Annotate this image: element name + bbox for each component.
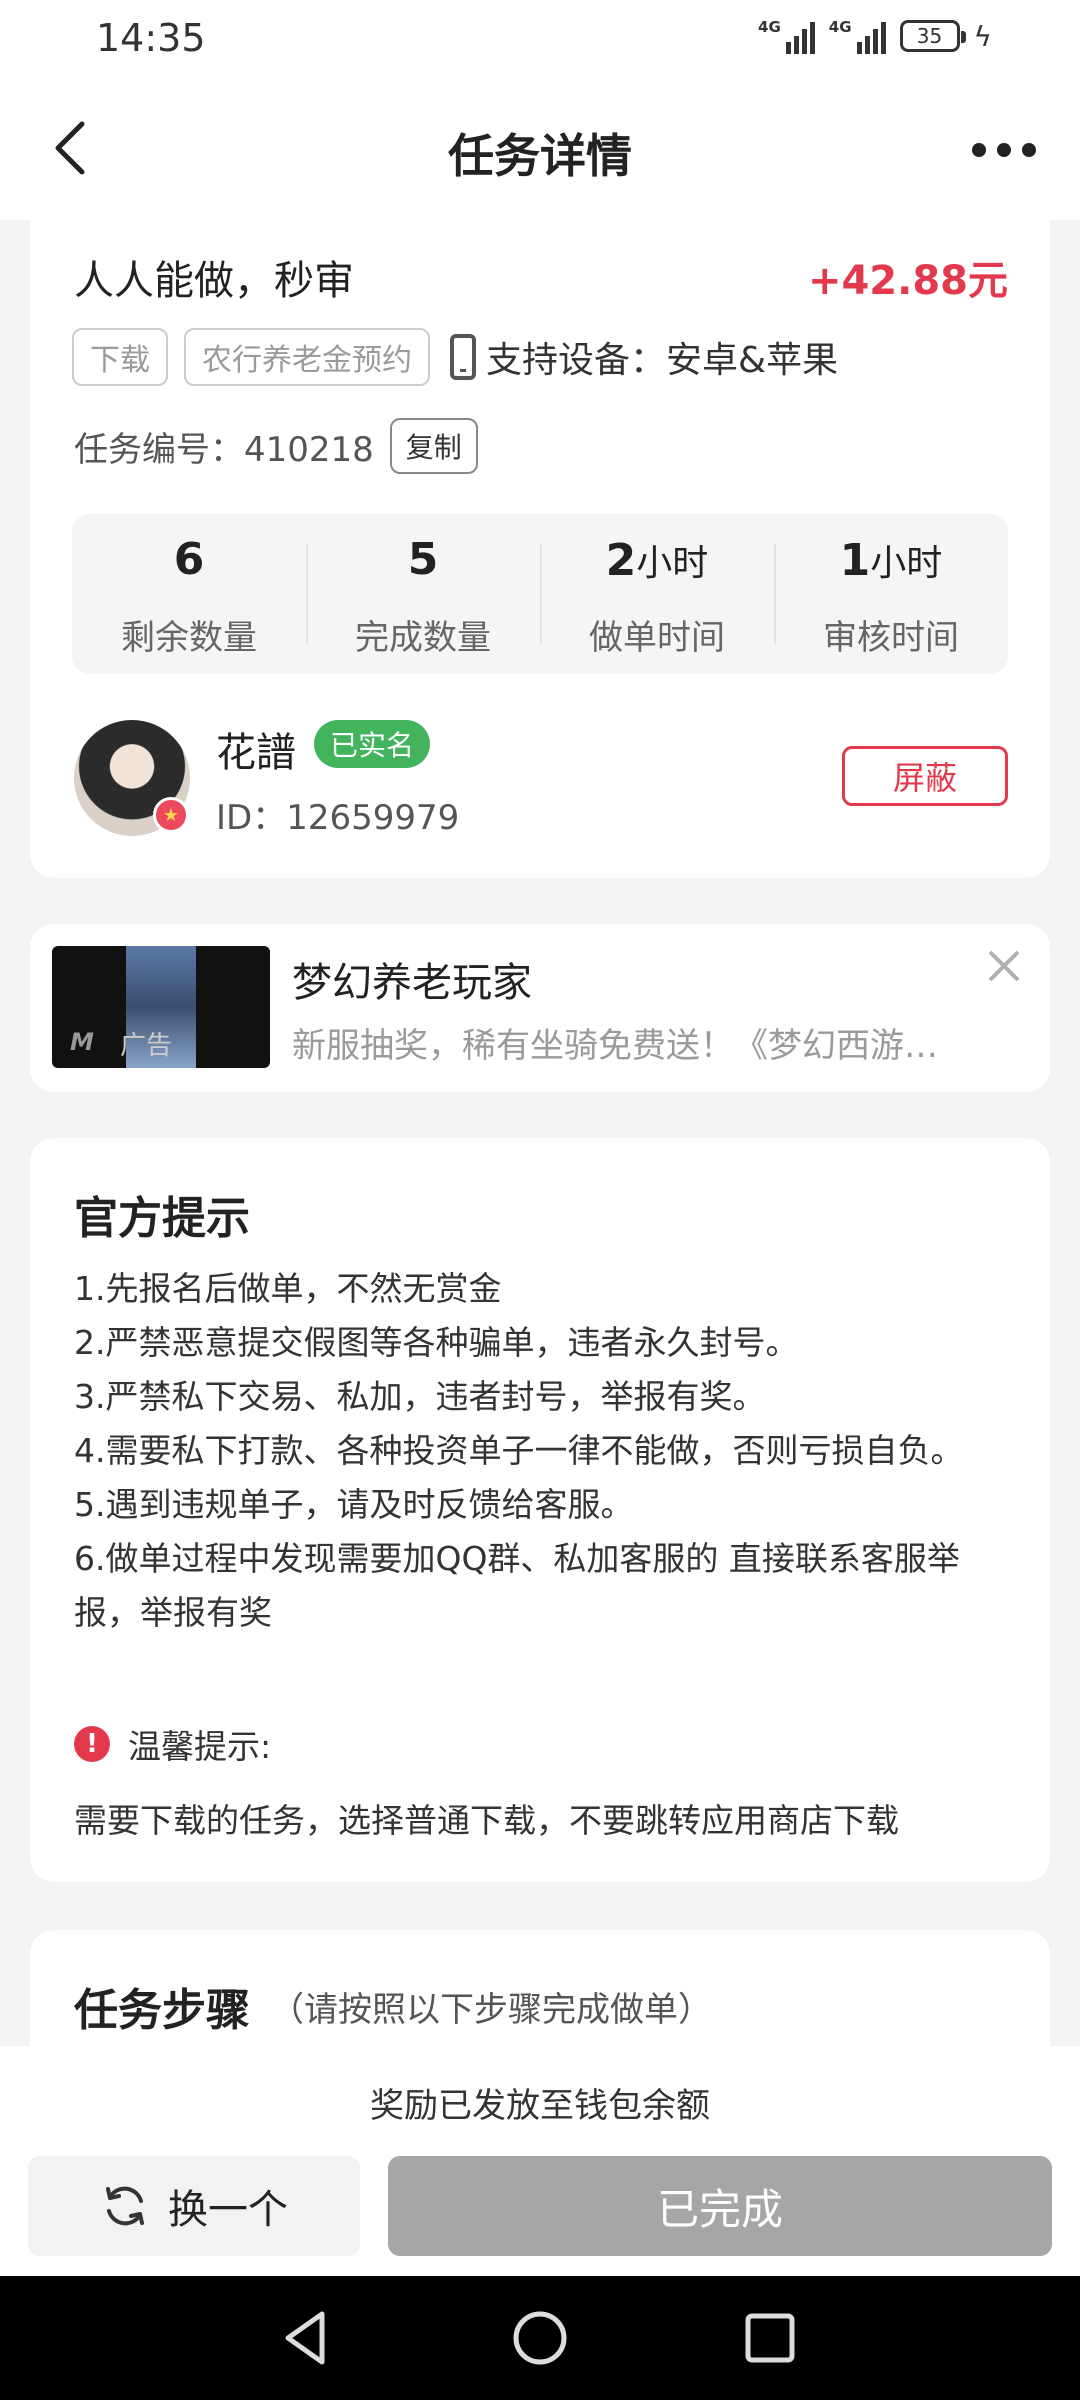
nav-home-button[interactable]	[508, 2306, 572, 2370]
reward-notice: 奖励已发放至钱包余额	[370, 2086, 710, 2126]
ad-logo: M	[70, 1028, 94, 1056]
signal-icon: 4G	[758, 18, 815, 54]
device-support-label: 支持设备：安卓&苹果	[486, 340, 839, 381]
triangle-back-icon	[285, 2311, 325, 2365]
tip-item: 6.做单过程中发现需要加QQ群、私加客服的 直接联系客服举报，举报有奖	[74, 1539, 960, 1632]
square-recents-icon	[745, 2313, 795, 2363]
copy-button[interactable]: 复制	[389, 418, 478, 474]
publisher-id: ID：12659979	[216, 798, 460, 838]
ad-thumbnail[interactable]: M 广告	[52, 946, 270, 1068]
task-card: 人人能做，秒审 +42.88元 下载 农行养老金预约 支持设备：安卓&苹果 任务…	[30, 220, 1050, 878]
tip-item: 4.需要私下打款、各种投资单子一律不能做，否则亏损自负。	[74, 1431, 964, 1470]
steps-title: 任务步骤	[74, 1985, 250, 2036]
stat-label: 做单时间	[589, 618, 725, 658]
more-menu-button[interactable]	[972, 138, 1036, 162]
warm-tip-text: 需要下载的任务，选择普通下载，不要跳转应用商店下载	[74, 1801, 899, 1840]
stat-unit: 小时	[636, 543, 709, 584]
stats-panel: 6 剩余数量 5 完成数量 2小时 做单时间 1小时 审核时间	[72, 514, 1008, 674]
ad-title: 梦幻养老玩家	[292, 960, 532, 1006]
device-support: 支持设备：安卓&苹果	[450, 331, 838, 383]
swap-task-label: 换一个	[168, 2187, 288, 2233]
more-dot-icon	[997, 143, 1011, 157]
stat-value: 6	[173, 534, 205, 585]
tips-list: 1.先报名后做单，不然无赏金 2.严禁恶意提交假图等各种骗单，违者永久封号。 3…	[74, 1262, 1014, 1640]
refresh-icon	[106, 2186, 144, 2226]
stat-remaining: 6 剩余数量	[72, 514, 306, 674]
ad-label: 广告	[120, 1031, 173, 1061]
more-dot-icon	[972, 143, 986, 157]
tip-item: 1.先报名后做单，不然无赏金	[74, 1269, 502, 1308]
task-id-row: 任务编号：410218 复制	[74, 418, 478, 474]
task-id: 任务编号：410218	[74, 429, 374, 470]
tips-title: 官方提示	[74, 1193, 250, 1244]
vip-badge-icon: ★	[153, 797, 189, 833]
stat-review-time: 1小时 审核时间	[774, 514, 1008, 674]
stat-label: 审核时间	[823, 618, 959, 658]
tip-item: 5.遇到违规单子，请及时反馈给客服。	[74, 1485, 634, 1524]
stat-completed: 5 完成数量	[306, 514, 540, 674]
phone-icon	[450, 334, 476, 380]
status-icons: 4G 4G 35 ϟ	[758, 18, 992, 54]
ad-description: 新服抽奖，稀有坐骑免费送！《梦幻西游…	[292, 1026, 938, 1066]
stat-value: 1	[839, 535, 871, 586]
circle-home-icon	[513, 2311, 567, 2365]
signal-icon: 4G	[829, 18, 886, 54]
charging-icon: ϟ	[973, 19, 992, 53]
task-reward: +42.88元	[807, 258, 1008, 304]
stat-label: 剩余数量	[121, 618, 257, 658]
block-button[interactable]: 屏蔽	[842, 746, 1008, 806]
status-bar: 14:35 4G 4G 35 ϟ	[0, 0, 1080, 80]
header: 任务详情	[0, 80, 1080, 220]
more-dot-icon	[1022, 143, 1036, 157]
stat-value: 5	[407, 534, 439, 585]
warm-tip-header: ! 温馨提示:	[74, 1720, 271, 1768]
task-tag: 农行养老金预约	[184, 328, 430, 386]
ad-card[interactable]: M 广告 梦幻养老玩家 新服抽奖，稀有坐骑免费送！《梦幻西游…	[30, 924, 1050, 1092]
tag-row: 下载 农行养老金预约 支持设备：安卓&苹果	[72, 328, 838, 386]
ad-close-button[interactable]	[982, 944, 1026, 988]
stat-value: 2	[605, 535, 637, 586]
status-time: 14:35	[96, 16, 206, 60]
verified-badge: 已实名	[314, 720, 431, 768]
warm-tip-label: 温馨提示:	[128, 1727, 272, 1766]
battery-icon: 35	[899, 20, 966, 52]
tip-item: 2.严禁恶意提交假图等各种骗单，违者永久封号。	[74, 1323, 799, 1362]
stat-work-time: 2小时 做单时间	[540, 514, 774, 674]
stat-unit: 小时	[870, 543, 943, 584]
page-title: 任务详情	[448, 129, 632, 183]
tip-item: 3.严禁私下交易、私加，违者封号，举报有奖。	[74, 1377, 766, 1416]
close-icon	[988, 950, 1020, 982]
bottom-action-bar: 奖励已发放至钱包余额 换一个 已完成	[0, 2046, 1080, 2276]
publisher-name: 花譜	[216, 730, 296, 776]
completed-button[interactable]: 已完成	[388, 2156, 1052, 2256]
warning-icon: !	[74, 1726, 110, 1762]
swap-task-button[interactable]: 换一个	[28, 2156, 360, 2256]
task-tag: 下载	[72, 328, 168, 386]
steps-note: （请按照以下步骤完成做单）	[270, 1990, 712, 2030]
nav-back-button[interactable]	[276, 2306, 340, 2370]
battery-level: 35	[916, 24, 943, 48]
nav-recents-button[interactable]	[738, 2306, 802, 2370]
official-tips-card: 官方提示 1.先报名后做单，不然无赏金 2.严禁恶意提交假图等各种骗单，违者永久…	[30, 1138, 1050, 1882]
stat-label: 完成数量	[355, 618, 491, 658]
system-nav-bar	[0, 2276, 1080, 2400]
task-name: 人人能做，秒审	[74, 258, 354, 304]
